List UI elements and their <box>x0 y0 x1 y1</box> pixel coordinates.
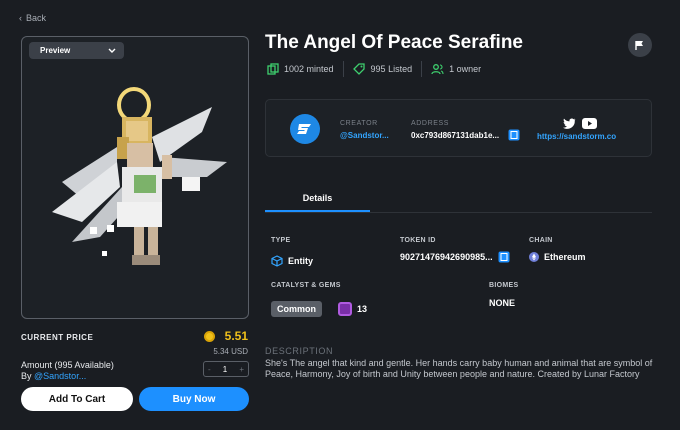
description-label: DESCRIPTION <box>265 346 334 356</box>
by-prefix: By <box>21 371 32 381</box>
add-to-cart-button[interactable]: Add To Cart <box>21 387 133 411</box>
cube-icon <box>271 255 283 267</box>
price-usd: 5.34 USD <box>213 347 248 356</box>
listed-count: 995 Listed <box>370 64 413 74</box>
creator-card: CREATOR @Sandstor... ADDRESS 0xc793d8671… <box>265 99 652 157</box>
tab-divider <box>265 212 652 213</box>
copy-icon[interactable] <box>498 251 510 263</box>
divider <box>421 61 423 77</box>
decrement-button[interactable]: - <box>208 365 211 374</box>
chain-text: Ethereum <box>544 252 586 262</box>
listed-stat: 995 Listed <box>352 63 413 75</box>
chain-label: CHAIN <box>529 237 553 244</box>
biomes-label: BIOMES <box>489 282 519 289</box>
price-value: 5.51 <box>224 329 248 343</box>
asset-stats: 1002 minted 995 Listed 1 owner <box>267 61 481 77</box>
seller-link[interactable]: @Sandstor... <box>34 371 86 381</box>
copies-icon <box>267 63 279 75</box>
back-label: Back <box>26 13 47 23</box>
token-id-value: 90271476942690985... <box>400 251 510 263</box>
catalyst-badge: Common <box>271 301 322 317</box>
twitter-icon[interactable] <box>563 118 576 129</box>
divider <box>342 61 344 77</box>
chain-value: Ethereum <box>529 252 586 262</box>
sandstorm-logo[interactable] <box>290 114 320 144</box>
catalyst-label: CATALYST & GEMS <box>271 282 341 289</box>
back-link[interactable]: ‹ Back <box>19 13 46 23</box>
current-price-label: CURRENT PRICE <box>21 333 94 342</box>
chevron-left-icon: ‹ <box>19 13 22 23</box>
tag-icon <box>352 63 365 75</box>
address-label: ADDRESS <box>411 120 450 127</box>
type-label: TYPE <box>271 237 291 244</box>
address-value: 0xc793d867131dab1e... <box>411 131 500 140</box>
gem-count: 13 <box>357 304 368 314</box>
seller-line: By @Sandstor... <box>21 371 86 381</box>
users-icon <box>431 64 444 75</box>
token-id-label: TOKEN ID <box>400 237 436 244</box>
youtube-icon[interactable] <box>582 118 597 129</box>
type-value: Entity <box>271 255 313 267</box>
type-text: Entity <box>288 256 314 266</box>
tab-details[interactable]: Details <box>265 193 370 203</box>
biomes-value: NONE <box>489 298 515 308</box>
angel-voxel-image <box>52 87 227 265</box>
amount-available: Amount (995 Available) <box>21 360 114 370</box>
preview-dropdown-label: Preview <box>40 46 71 55</box>
owners-stat: 1 owner <box>431 63 481 75</box>
owners-count: 1 owner <box>449 64 482 74</box>
chevron-down-icon <box>108 48 116 53</box>
minted-stat: 1002 minted <box>267 63 334 75</box>
biomes-text: NONE <box>489 298 516 308</box>
buy-now-button[interactable]: Buy Now <box>139 387 249 411</box>
preview-dropdown[interactable]: Preview <box>29 42 124 59</box>
creator-name-link[interactable]: @Sandstor... <box>340 131 389 140</box>
quantity-value[interactable]: 1 <box>223 365 227 374</box>
catalyst-value: Common 13 <box>271 301 367 317</box>
quantity-stepper[interactable]: - 1 + <box>203 361 249 377</box>
gem-icon <box>338 302 352 316</box>
flag-icon <box>635 40 643 50</box>
minted-count: 1002 minted <box>284 64 334 74</box>
report-button[interactable] <box>628 33 652 57</box>
price-row: 5.51 <box>203 329 248 343</box>
asset-title: The Angel Of Peace Serafine <box>265 32 523 53</box>
increment-button[interactable]: + <box>239 365 244 374</box>
copy-icon[interactable] <box>508 129 520 141</box>
token-id-text: 90271476942690985... <box>400 252 493 262</box>
sandstorm-logo-icon <box>297 124 311 134</box>
description-text: She's The angel that kind and gentle. He… <box>265 358 653 379</box>
asset-preview[interactable]: Preview <box>21 36 249 319</box>
creator-label: CREATOR <box>340 120 378 127</box>
website-link[interactable]: https://sandstorm.co <box>537 132 616 141</box>
ethereum-icon <box>529 252 539 262</box>
sand-coin-icon <box>203 330 215 342</box>
